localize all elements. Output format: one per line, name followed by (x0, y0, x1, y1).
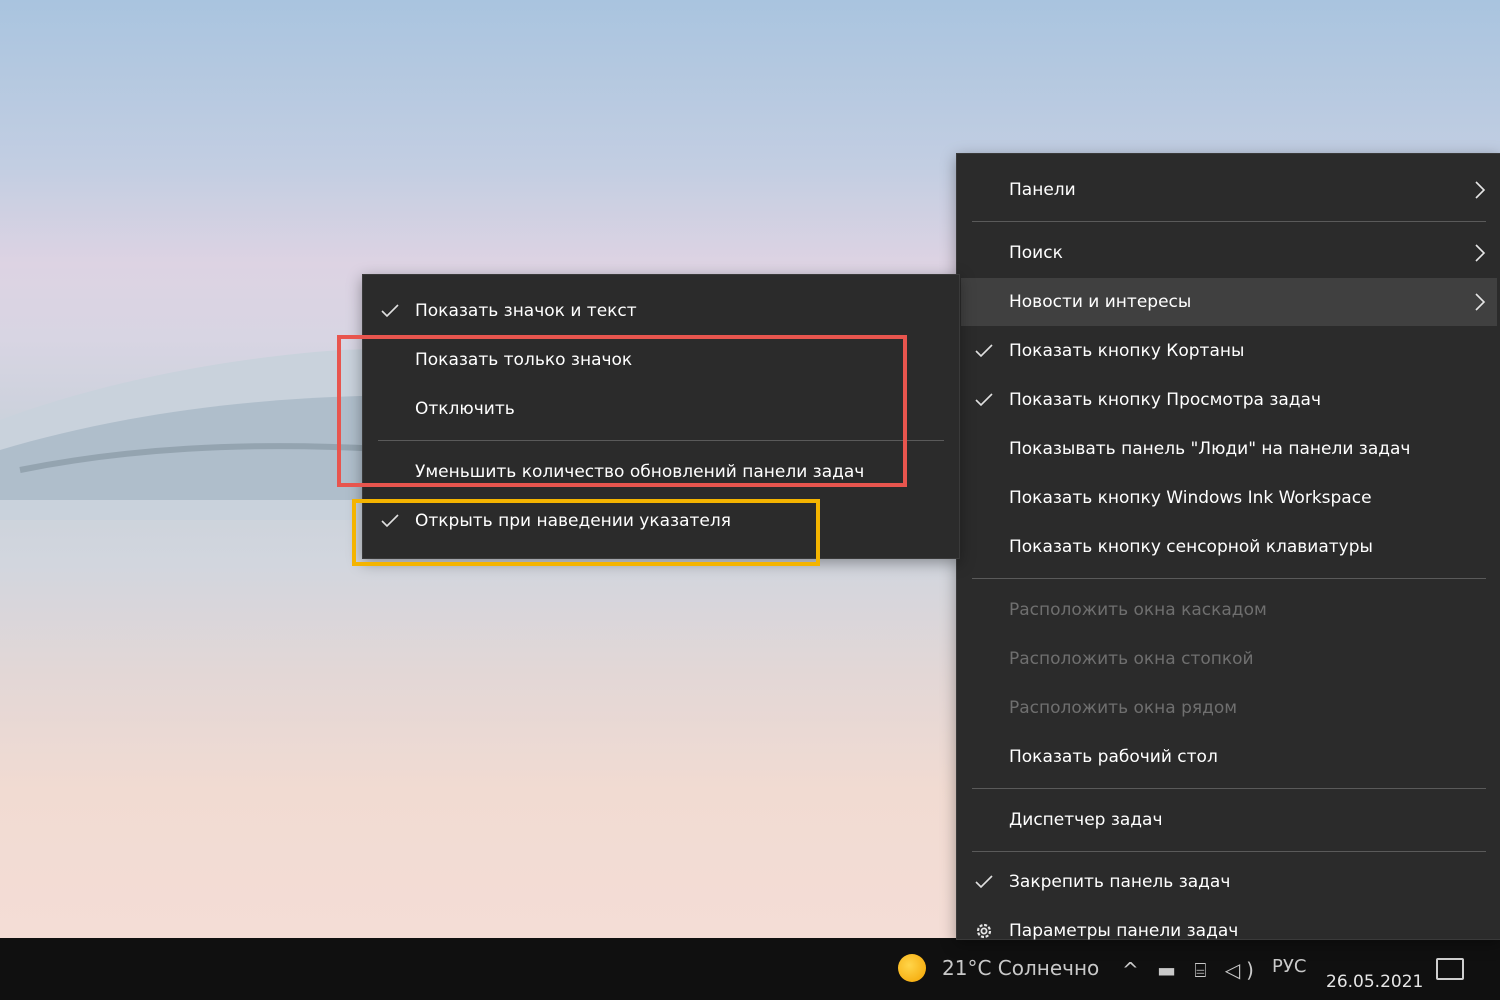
language-indicator[interactable]: РУС (1272, 956, 1306, 977)
sun-icon[interactable] (898, 954, 926, 982)
menu-item-cascade-windows: Расположить окна каскадом (1009, 600, 1267, 620)
menu-item-side-by-side-windows: Расположить окна рядом (1009, 698, 1238, 718)
menu-divider (972, 221, 1486, 222)
menu-divider (972, 788, 1486, 789)
menu-item-taskbar-settings[interactable]: Параметры панели задач (957, 907, 1500, 955)
menu-item-lock-taskbar[interactable]: Закрепить панель задач (957, 858, 1500, 906)
menu-item-task-manager[interactable]: Диспетчер задач (957, 796, 1500, 844)
menu-divider (972, 851, 1486, 852)
menu-item-stack-windows: Расположить окна стопкой (1009, 649, 1254, 669)
submenu-item-show-icon-and-text[interactable]: Показать значок и текст (363, 287, 959, 335)
menu-item-show-task-view-button[interactable]: Показать кнопку Просмотра задач (957, 376, 1500, 424)
checkmark-icon (975, 344, 993, 358)
chevron-right-icon (1475, 293, 1486, 311)
highlight-box-yellow (352, 499, 820, 566)
taskbar-date[interactable]: 26.05.2021 (1326, 972, 1423, 992)
menu-item-show-people[interactable]: Показывать панель "Люди" на панели задач (957, 425, 1500, 473)
menu-item-show-desktop[interactable]: Показать рабочий стол (957, 733, 1500, 781)
gear-icon (976, 923, 992, 939)
taskbar-context-menu: Панели Поиск Новости и интересы Показать… (956, 153, 1500, 941)
menu-item-show-cortana-button[interactable]: Показать кнопку Кортаны (957, 327, 1500, 375)
notification-icon[interactable] (1436, 958, 1464, 980)
chevron-right-icon (1475, 181, 1486, 199)
menu-divider (972, 578, 1486, 579)
menu-item-show-ink-workspace[interactable]: Показать кнопку Windows Ink Workspace (957, 474, 1500, 522)
taskbar-weather[interactable]: 21°C Солнечно (942, 956, 1099, 980)
menu-item-search[interactable]: Поиск (957, 229, 1500, 277)
chevron-right-icon (1475, 244, 1486, 262)
highlight-box-red (337, 335, 907, 487)
checkmark-icon (975, 875, 993, 889)
menu-item-panels[interactable]: Панели (957, 166, 1500, 214)
menu-item-show-touch-keyboard[interactable]: Показать кнопку сенсорной клавиатуры (957, 523, 1500, 571)
checkmark-icon (381, 304, 399, 318)
checkmark-icon (975, 393, 993, 407)
menu-item-news-and-interests[interactable]: Новости и интересы (961, 278, 1497, 326)
system-tray-icons[interactable]: ^ ▬ ⌸ ◁) (1122, 958, 1260, 982)
